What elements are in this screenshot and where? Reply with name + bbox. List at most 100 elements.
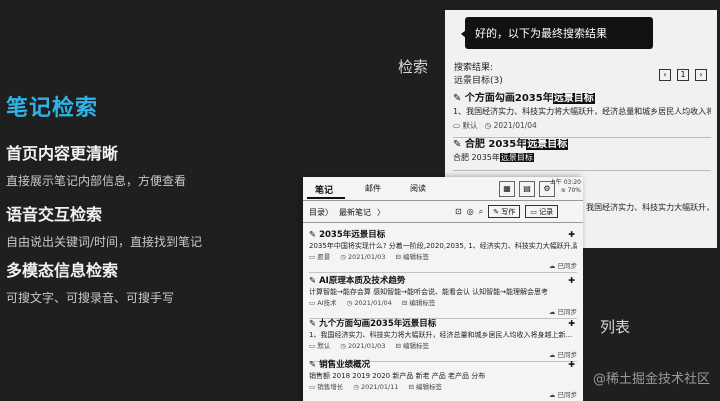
feature-title: 语音交互检索: [6, 205, 103, 224]
edit-tag-button[interactable]: 编辑标签: [403, 342, 429, 350]
battery-level: 70%: [567, 187, 581, 194]
calendar-icon[interactable]: ▤: [519, 181, 535, 197]
folder-icon: ▭: [309, 299, 316, 307]
result-body: 合肥 2035年: [453, 153, 500, 162]
search-icon[interactable]: ⌕: [479, 207, 483, 217]
sync-status: ☁ 已同步: [548, 262, 578, 270]
sync-status-text: 已同步: [557, 308, 578, 316]
note-body: 计算智能→能存会算 感知智能→能听会说、能看会认 认知智能→能理解会思考: [309, 288, 549, 296]
result-body: 1、我国经济实力、科技实力将大幅跃升，经济总量和城乡居民人均收入将身越上新: [453, 107, 711, 116]
result-date: 2021/01/04: [493, 121, 537, 130]
edit-tag-button[interactable]: 编辑标签: [416, 383, 442, 391]
sync-status-text: 已同步: [557, 262, 578, 270]
write-button-label: 写作: [501, 208, 516, 216]
search-results-header: 搜索结果: 远景目标(3): [454, 62, 503, 88]
pen-icon: ✎: [309, 360, 317, 370]
search-label: 检索: [398, 58, 429, 76]
assistant-bubble: 好的，以下为最终搜索结果: [461, 17, 653, 49]
top-tab-bar: 笔记 邮件 阅读 ▦ ▤ ⚙ 上午 03:20 ≋ 70%: [303, 177, 583, 201]
pin-icon[interactable]: ✚: [568, 319, 575, 328]
breadcrumb-latest[interactable]: 最新笔记: [339, 207, 371, 218]
record-button[interactable]: ▭ 记录: [525, 205, 559, 218]
wifi-icon: ≋: [560, 187, 566, 194]
folder-icon: ▭: [309, 253, 316, 261]
assistant-bubble-text: 好的，以下为最终搜索结果: [475, 27, 607, 40]
note-card[interactable]: ✚ ✎ AI原理本质及技术趋势 计算智能→能存会算 感知智能→能听会说、能看会认…: [309, 275, 577, 319]
note-tag: AI技术: [317, 299, 337, 307]
note-date: 2021/01/11: [360, 383, 399, 391]
breadcrumb-tools: ⊡ ◎ ⌕ ✎ 写作 ▭ 记录: [455, 205, 559, 218]
watermark: @稀土掘金技术社区: [592, 372, 710, 387]
pen-icon: ✎: [453, 139, 462, 150]
clock-icon: ◷: [484, 121, 492, 130]
next-page-button[interactable]: ›: [695, 69, 707, 81]
feature-desc: 自由说出关键词/时间，直接找到笔记: [6, 235, 203, 249]
tag-edit-icon: ⊟: [395, 253, 401, 261]
result-title: 合肥 2035年: [464, 139, 527, 150]
note-tag: 愿景: [317, 253, 331, 261]
breadcrumb: 目录 〉 最新笔记 〉 ⊡ ◎ ⌕ ✎ 写作 ▭ 记录: [303, 201, 583, 223]
write-button[interactable]: ✎ 写作: [488, 205, 521, 218]
clock-icon: ◷: [340, 253, 346, 261]
clock-icon: ◷: [340, 342, 346, 350]
grid-icon[interactable]: ▦: [499, 181, 515, 197]
result-title: 个方面勾画2035年: [464, 93, 553, 104]
note-body: 2035年中国将实现什么? 分着一阶段,2020,2035, 1、经济实力、科技…: [309, 242, 577, 250]
note-card[interactable]: ✚ ✎ 2035年远景目标 2035年中国将实现什么? 分着一阶段,2020,2…: [309, 229, 577, 273]
tab-reading[interactable]: 阅读: [410, 183, 426, 194]
note-tag: 默认: [317, 342, 331, 350]
sync-status: ☁ 已同步: [548, 351, 578, 359]
tag-edit-icon: ⊟: [395, 342, 401, 350]
pager: ‹ 1 ›: [659, 69, 707, 81]
edit-tag-button[interactable]: 编辑标签: [409, 299, 435, 307]
active-tab-indicator: [307, 197, 345, 199]
list-label: 列表: [600, 318, 631, 336]
lock-icon[interactable]: ⊡: [455, 207, 462, 216]
pen-icon: ✎: [453, 93, 462, 104]
pin-icon[interactable]: ✚: [568, 360, 575, 369]
note-date: 2021/01/04: [354, 299, 392, 307]
breadcrumb-catalog[interactable]: 目录: [309, 207, 325, 218]
sync-status-text: 已同步: [557, 391, 578, 399]
status-bar: 上午 03:20 ≋ 70%: [550, 179, 581, 195]
note-card[interactable]: ✚ ✎ 九个方面勾画2035年远景目标 1、我国经济实力、科技实力将大幅跃升，经…: [309, 318, 577, 362]
sync-icon[interactable]: ◎: [467, 207, 474, 216]
folder-icon: ▭: [453, 121, 461, 130]
chevron-right-icon: 〉: [377, 208, 385, 217]
sync-status: ☁ 已同步: [548, 308, 578, 316]
results-label: 搜索结果:: [454, 63, 494, 73]
feature-title: 首页内容更清晰: [6, 144, 119, 163]
search-result-card[interactable]: ✎ 个方面勾画2035年远景目标 1、我国经济实力、科技实力将大幅跃升，经济总量…: [453, 92, 711, 138]
result-highlight: 远景目标: [552, 93, 595, 104]
pin-icon[interactable]: ✚: [568, 276, 575, 285]
note-date: 2021/01/03: [347, 342, 386, 350]
sync-status: ☁ 已同步: [548, 391, 578, 399]
clock-icon: ◷: [353, 383, 359, 391]
note-body: 1、我国经济实力、科技实力将大幅跃升，经济总量和城乡居民人均收入将身越上新...: [309, 331, 573, 339]
clock-icon: ◷: [346, 299, 353, 307]
sync-status-text: 已同步: [557, 351, 578, 359]
promo-title: 笔记检索: [6, 96, 99, 121]
note-title: 2035年远景目标: [319, 230, 386, 240]
result-tag: 默认: [462, 121, 478, 130]
feature-desc: 可搜文字、可搜录音、可搜手写: [6, 291, 175, 305]
pen-icon: ✎: [309, 319, 317, 329]
pin-icon[interactable]: ✚: [568, 230, 575, 239]
search-result-card[interactable]: ✎ 合肥 2035年远景目标 合肥 2035年远景目标: [453, 138, 711, 171]
feature-3: 多模态信息检索 可搜文字、可搜录音、可搜手写: [6, 257, 174, 306]
note-body: 销售额 2018 2019 2020 新产品 新老 产品 老产品 分布: [309, 372, 486, 380]
note-title: 九个方面勾画2035年远景目标: [319, 319, 437, 329]
note-card[interactable]: ✚ ✎ 销售业绩概况 销售额 2018 2019 2020 新产品 新老 产品 …: [309, 359, 577, 401]
result-highlight: 远景目标: [526, 139, 569, 150]
tag-edit-icon: ⊟: [408, 383, 414, 391]
result-highlight: 远景目标: [499, 153, 534, 162]
prev-page-button[interactable]: ‹: [659, 69, 671, 81]
folder-icon: ▭: [309, 383, 316, 391]
note-title: 销售业绩概况: [319, 360, 371, 370]
edit-tag-button[interactable]: 编辑标签: [403, 253, 429, 261]
pen-icon: ✎: [309, 276, 317, 286]
folder-icon: ▭: [309, 342, 316, 350]
tab-notes[interactable]: 笔记: [315, 183, 333, 196]
tab-mail[interactable]: 邮件: [365, 183, 381, 194]
pen-icon: ✎: [309, 230, 317, 240]
